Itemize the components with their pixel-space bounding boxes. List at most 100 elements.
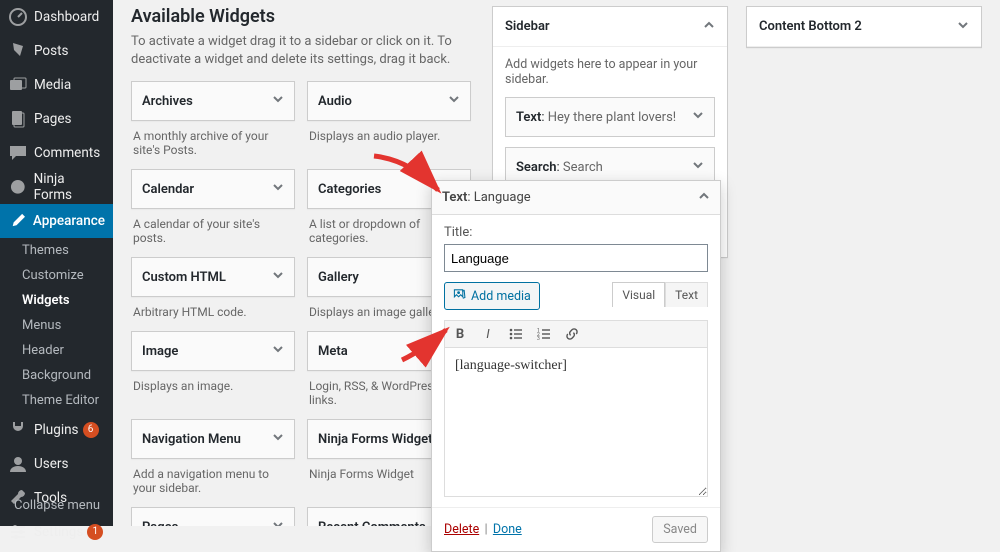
- widget-description: Displays an image.: [131, 371, 295, 405]
- widget-name: Categories: [318, 182, 381, 197]
- ninja-icon: [8, 177, 28, 197]
- saved-button[interactable]: Saved: [652, 516, 708, 543]
- widget-title-input[interactable]: [444, 244, 708, 272]
- tab-visual[interactable]: Visual: [612, 282, 665, 307]
- menu-pages[interactable]: Pages: [0, 102, 113, 136]
- menu-label: Media: [34, 77, 71, 93]
- italic-button[interactable]: I: [479, 325, 497, 343]
- placed-widget[interactable]: Text: Hey there plant lovers!: [505, 97, 715, 137]
- done-link[interactable]: Done: [493, 522, 522, 537]
- pin-icon: [8, 41, 28, 61]
- widget-name: Meta: [318, 344, 348, 359]
- widget-name: Gallery: [318, 270, 359, 285]
- pages-icon: [8, 109, 28, 129]
- page-title: Available Widgets: [131, 6, 474, 27]
- area-title: Content Bottom 2: [759, 19, 862, 34]
- submenu-widgets[interactable]: Widgets: [14, 288, 113, 313]
- menu-posts[interactable]: Posts: [0, 34, 113, 68]
- settings-badge: 1: [87, 524, 103, 540]
- bold-button[interactable]: B: [451, 325, 469, 343]
- submenu-menus[interactable]: Menus: [14, 313, 113, 338]
- submenu-theme-editor[interactable]: Theme Editor: [14, 388, 113, 413]
- submenu-customize[interactable]: Customize: [14, 263, 113, 288]
- collapse-label: Collapse menu: [14, 498, 100, 513]
- content-bottom-area: Content Bottom 2: [746, 6, 982, 526]
- delete-link[interactable]: Delete: [444, 522, 479, 537]
- sliders-icon: [8, 522, 28, 542]
- widget-name: Image: [142, 344, 178, 359]
- menu-label: Settings: [34, 524, 83, 540]
- chevron-up-icon: [703, 19, 715, 35]
- area-description: Add widgets here to appear in your sideb…: [505, 57, 715, 87]
- plug-icon: [8, 420, 28, 440]
- menu-dashboard[interactable]: Dashboard: [0, 0, 113, 34]
- menu-label: Users: [34, 456, 68, 472]
- menu-ninja-forms[interactable]: Ninja Forms: [0, 170, 113, 204]
- editor-header[interactable]: Text: Language: [432, 181, 720, 215]
- widget-name: Ninja Forms Widget: [318, 432, 433, 447]
- chevron-down-icon: [692, 159, 704, 175]
- placed-widget-label: Text: Hey there plant lovers!: [516, 110, 676, 125]
- submenu-themes[interactable]: Themes: [14, 238, 113, 263]
- editor-header-label: Text: Language: [442, 190, 531, 205]
- widget-handle[interactable]: Image: [131, 331, 295, 371]
- widget-name: Custom HTML: [142, 270, 226, 285]
- link-button[interactable]: [563, 325, 581, 343]
- menu-plugins[interactable]: Plugins 6: [0, 413, 113, 447]
- widget-content-editor[interactable]: [language-switcher]: [444, 347, 708, 497]
- widget-name: Audio: [318, 94, 352, 109]
- numbered-list-button[interactable]: 123: [535, 325, 553, 343]
- add-media-button[interactable]: Add media: [444, 282, 540, 310]
- available-widget: Audio Displays an audio player.: [307, 81, 471, 169]
- menu-label: Comments: [34, 145, 100, 161]
- title-label: Title:: [444, 225, 708, 240]
- menu-label: Ninja Forms: [34, 171, 105, 203]
- widget-handle[interactable]: Calendar: [131, 169, 295, 209]
- chevron-down-icon: [692, 109, 704, 125]
- menu-media[interactable]: Media: [0, 68, 113, 102]
- bullet-list-button[interactable]: [507, 325, 525, 343]
- widget-name: Calendar: [142, 182, 194, 197]
- menu-comments[interactable]: Comments: [0, 136, 113, 170]
- menu-users[interactable]: Users: [0, 447, 113, 481]
- available-widget: PagesA list of your site's Pages.: [131, 507, 295, 526]
- page-hint: To activate a widget drag it to a sideba…: [131, 33, 461, 69]
- available-widgets: Available Widgets To activate a widget d…: [131, 6, 474, 526]
- widget-handle[interactable]: Archives: [131, 81, 295, 121]
- collapse-menu[interactable]: Collapse menu: [0, 490, 113, 520]
- widget-handle[interactable]: Navigation Menu: [131, 419, 295, 459]
- admin-menu: Dashboard Posts Media Pages Comments Nin…: [0, 0, 113, 526]
- menu-label: Appearance: [33, 213, 105, 229]
- available-widget: CalendarA calendar of your site's posts.: [131, 169, 295, 257]
- menu-settings[interactable]: Settings 1: [0, 515, 113, 549]
- available-widget: Custom HTMLArbitrary HTML code.: [131, 257, 295, 331]
- submenu-header[interactable]: Header: [14, 338, 113, 363]
- chevron-up-icon: [698, 190, 710, 206]
- brush-icon: [8, 211, 27, 231]
- chevron-down-icon: [272, 269, 284, 285]
- widget-description: Displays an audio player.: [307, 121, 471, 155]
- widget-handle[interactable]: Pages: [131, 507, 295, 526]
- chevron-down-icon: [272, 181, 284, 197]
- chevron-down-icon: [448, 93, 460, 109]
- plugins-update-badge: 6: [83, 422, 99, 438]
- tab-text[interactable]: Text: [665, 282, 708, 307]
- chevron-down-icon: [272, 93, 284, 109]
- available-widget: Image Displays an image.: [131, 331, 295, 419]
- appearance-submenu: Themes Customize Widgets Menus Header Ba…: [0, 238, 113, 413]
- comment-icon: [8, 143, 28, 163]
- chevron-down-icon: [272, 431, 284, 447]
- area-title: Sidebar: [505, 19, 550, 34]
- content-bottom-header[interactable]: Content Bottom 2: [747, 7, 981, 47]
- widget-handle[interactable]: Audio: [307, 81, 471, 121]
- widget-name: Navigation Menu: [142, 432, 241, 447]
- chevron-down-icon: [272, 519, 284, 526]
- widget-description: A monthly archive of your site's Posts.: [131, 121, 295, 169]
- dashboard-icon: [8, 7, 28, 27]
- chevron-down-icon: [272, 343, 284, 359]
- menu-appearance[interactable]: Appearance: [0, 204, 113, 238]
- submenu-background[interactable]: Background: [14, 363, 113, 388]
- sidebar-area-header[interactable]: Sidebar: [493, 7, 727, 47]
- widget-handle[interactable]: Custom HTML: [131, 257, 295, 297]
- add-media-label: Add media: [471, 289, 531, 304]
